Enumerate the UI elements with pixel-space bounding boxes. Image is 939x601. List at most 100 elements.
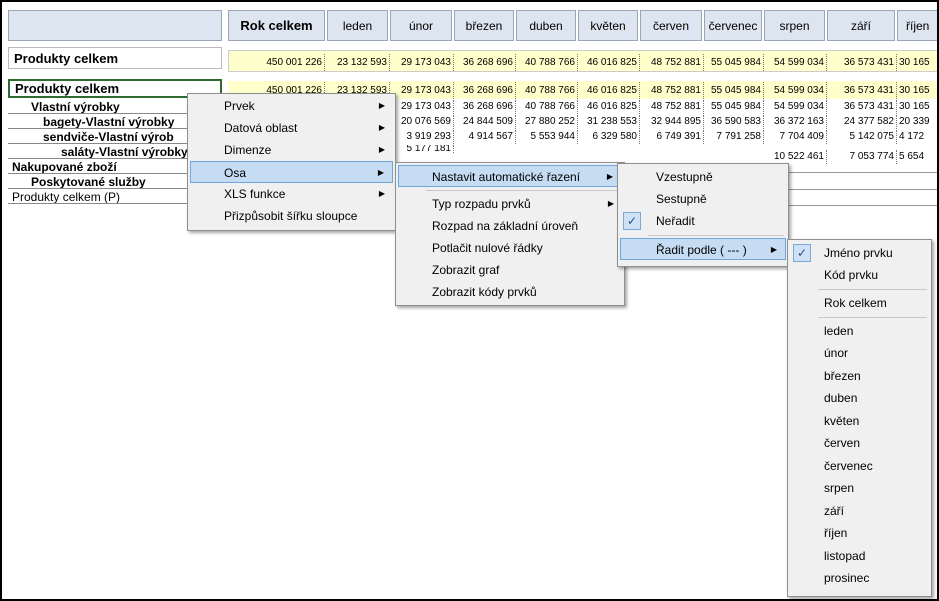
menu-item-xls-funkce[interactable]: XLS funkce ▶ [190,183,393,205]
row-value: 55 045 984 [704,82,764,99]
menu-item-label: Dimenze [224,143,272,157]
header-month-srpen[interactable]: srpen [764,10,825,41]
menu-item-rijen[interactable]: říjen [790,522,929,544]
menu-item-cerven[interactable]: červen [790,432,929,454]
menu-item-jmeno-prvku[interactable]: Jméno prvku [790,242,929,264]
menu-separator [818,289,927,290]
row-value: 4 914 567 [454,130,516,144]
menu-item-neradit[interactable]: Neřadit [620,210,786,232]
menu-item-unor[interactable]: únor [790,342,929,364]
top-row-value: 40 788 766 [516,54,578,71]
menu-item-label: Řadit podle ( --- ) [656,243,747,257]
top-row-value: 29 173 043 [390,54,454,71]
menu-item-label: leden [824,324,854,338]
header-month-leden[interactable]: leden [327,10,388,41]
menu-item-duben[interactable]: duben [790,387,929,409]
header-month-cerven[interactable]: červen [640,10,702,41]
top-row-total: 450 001 226 [228,54,325,71]
menu-item-kod-prvku[interactable]: Kód prvku [790,264,929,286]
row-value: 54 599 034 [764,100,827,114]
menu-item-label: Datová oblast [224,121,298,135]
top-row-label[interactable]: Produkty celkem [8,47,222,69]
menu-item-leden[interactable]: leden [790,320,929,342]
row-value: 46 016 825 [578,100,640,114]
menu-item-label: Sestupně [656,192,707,206]
menu-item-prosinec[interactable]: prosinec [790,567,929,589]
header-month-kveten[interactable]: květen [578,10,638,41]
submenu-arrow-icon: ▶ [607,199,614,208]
row-value: 46 016 825 [578,82,640,99]
row-value: 40 788 766 [516,100,578,114]
menu-item-label: Zobrazit kódy prvků [432,285,537,299]
row-value: 5 177 181 [390,145,454,153]
row-value: 5 654 [899,151,925,162]
menu-item-brezen[interactable]: březen [790,365,929,387]
top-row-value: 48 752 881 [640,54,704,71]
grid-line [764,205,937,206]
menu-item-label: Rok celkem [824,296,887,310]
row-value: 48 752 881 [640,82,704,99]
row-value: 7 791 258 [704,130,764,144]
menu-item-cervenec[interactable]: červenec [790,455,929,477]
menu-item-nastavit-automaticke-razeni[interactable]: Nastavit automatické řazení ▶ [398,165,622,187]
header-total-column[interactable]: Rok celkem [228,10,325,41]
menu-item-zari[interactable]: září [790,500,929,522]
menu-item-rozpad-na-zakladni-uroven[interactable]: Rozpad na základní úroveň [398,215,622,237]
row-value: 7 704 409 [764,130,827,144]
row-value: 36 573 431 [827,100,897,114]
row-value: 24 844 509 [454,115,516,129]
menu-item-label: únor [824,346,849,360]
context-menu: Prvek ▶ Datová oblast ▶ Dimenze ▶ Osa ▶ XLS … [187,93,396,231]
row-value: 10 522 461 [764,150,827,164]
menu-item-potlacit-nulove-radky[interactable]: Potlačit nulové řádky [398,237,622,259]
menu-item-datova-oblast[interactable]: Datová oblast ▶ [190,117,393,139]
row-value: 5 553 944 [516,130,578,144]
menu-item-prizpusobit-sirku[interactable]: Přizpůsobit šířku sloupce [190,205,393,227]
menu-item-osa[interactable]: Osa ▶ [190,161,393,183]
menu-item-label: září [824,504,845,518]
menu-item-label: Prvek [224,99,255,113]
menu-item-kveten[interactable]: květen [790,410,929,432]
menu-item-label: XLS funkce [224,187,286,201]
header-month-brezen[interactable]: březen [454,10,514,41]
pivot-table-window: Rok celkem leden únor březen duben květe… [0,0,939,601]
sort-submenu: Vzestupně Sestupně ✓ Neřadit Řadit podle… [617,163,789,267]
row-value: 40 788 766 [516,82,578,99]
menu-item-listopad[interactable]: listopad [790,545,929,567]
menu-item-label: červenec [824,459,873,473]
row-value: 54 599 034 [764,82,827,99]
menu-item-zobrazit-kody-prvku[interactable]: Zobrazit kódy prvků [398,281,622,303]
menu-item-sestupne[interactable]: Sestupně [620,188,786,210]
row-value: 30 165 [899,101,930,112]
menu-item-label: Typ rozpadu prvků [432,197,531,211]
header-month-cervenec[interactable]: červenec [704,10,762,41]
menu-item-label: březen [824,369,861,383]
menu-item-dimenze[interactable]: Dimenze ▶ [190,139,393,161]
header-month-duben[interactable]: duben [516,10,576,41]
header-month-unor[interactable]: únor [390,10,452,41]
menu-item-label: Osa [224,166,247,180]
menu-separator [648,235,784,236]
header-month-rijen[interactable]: říjen [897,10,937,41]
row-value: 6 749 391 [640,130,704,144]
submenu-arrow-icon: ▶ [378,123,385,132]
row-value: 55 045 984 [704,100,764,114]
menu-item-typ-rozpadu-prvku[interactable]: Typ rozpadu prvků ▶ [398,193,622,215]
menu-separator [426,190,620,191]
header-month-zari[interactable]: září [827,10,895,41]
menu-item-radit-podle[interactable]: Řadit podle ( --- ) ▶ [620,238,786,260]
menu-item-label: Nastavit automatické řazení [432,170,581,184]
menu-item-label: květen [824,414,860,428]
menu-item-rok-celkem[interactable]: Rok celkem [790,292,929,314]
row-value: 3 919 293 [390,130,454,144]
menu-item-prvek[interactable]: Prvek ▶ [190,95,393,117]
grid-line [764,172,937,173]
submenu-arrow-icon: ▶ [378,145,385,154]
menu-item-label: červen [824,436,861,450]
menu-item-srpen[interactable]: srpen [790,477,929,499]
top-row-value: 55 045 984 [704,54,764,71]
top-row-value: 30 165 [899,57,930,68]
menu-item-vzestupne[interactable]: Vzestupně [620,166,786,188]
menu-item-zobrazit-graf[interactable]: Zobrazit graf [398,259,622,281]
row-value: 36 372 163 [764,115,827,129]
